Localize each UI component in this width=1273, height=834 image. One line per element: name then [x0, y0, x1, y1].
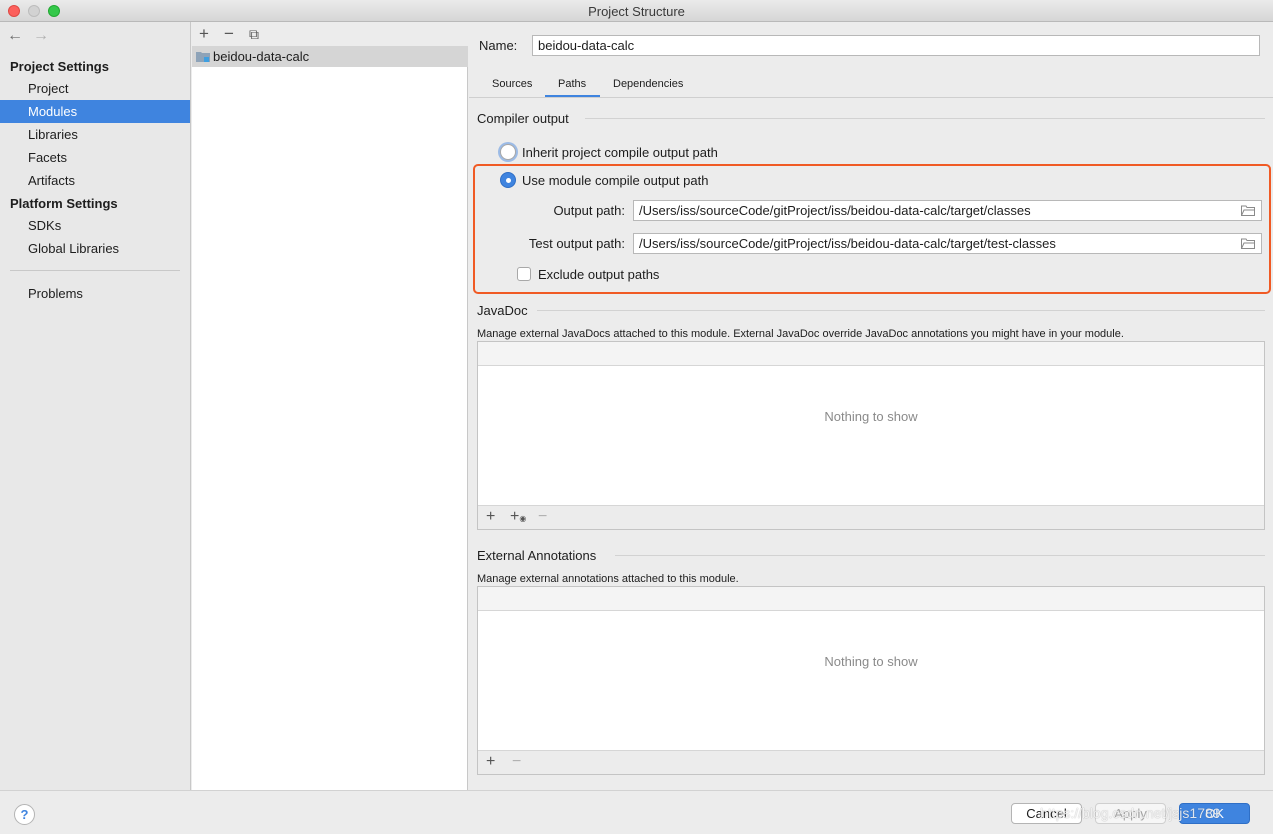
- compiler-output-title: Compiler output: [477, 111, 569, 126]
- exclude-output-paths-label: Exclude output paths: [538, 267, 660, 282]
- sidebar-item-artifacts[interactable]: Artifacts: [0, 169, 190, 192]
- tab-paths[interactable]: Paths: [558, 78, 586, 90]
- add-javadoc-url-icon[interactable]: +◉: [510, 508, 526, 528]
- module-folder-icon: [196, 52, 210, 62]
- ok-button[interactable]: OK: [1179, 803, 1250, 824]
- sidebar-item-global-libraries[interactable]: Global Libraries: [0, 237, 190, 260]
- module-list-panel: + − ⧉ beidou-data-calc: [192, 22, 468, 790]
- settings-sidebar: ← → Project Settings Project Modules Lib…: [0, 22, 191, 790]
- external-annotations-table-toolbar: + −: [478, 750, 1264, 774]
- module-detail-panel: Name: Sources Paths Dependencies Compile…: [469, 22, 1273, 790]
- sidebar-item-sdks[interactable]: SDKs: [0, 214, 190, 237]
- javadoc-table[interactable]: Nothing to show + +◉ −: [477, 341, 1265, 530]
- external-annotations-table-header: [478, 587, 1264, 611]
- add-javadoc-icon[interactable]: +: [486, 508, 495, 526]
- add-module-icon[interactable]: +: [199, 24, 209, 44]
- test-output-path-input[interactable]: [633, 233, 1262, 254]
- javadoc-table-header: [478, 342, 1264, 366]
- remove-annotation-icon[interactable]: −: [512, 753, 521, 771]
- copy-module-icon[interactable]: ⧉: [249, 24, 259, 44]
- tab-dependencies[interactable]: Dependencies: [613, 78, 683, 90]
- add-annotation-icon[interactable]: +: [486, 753, 495, 771]
- forward-arrow-icon[interactable]: →: [33, 27, 49, 45]
- sidebar-item-libraries[interactable]: Libraries: [0, 123, 190, 146]
- use-module-output-radio[interactable]: [500, 172, 516, 188]
- apply-button[interactable]: Apply: [1095, 803, 1166, 824]
- tab-sources[interactable]: Sources: [492, 78, 532, 90]
- exclude-output-paths-checkbox[interactable]: [517, 267, 531, 281]
- test-output-path-label: Test output path:: [528, 236, 625, 251]
- output-path-label: Output path:: [553, 203, 625, 218]
- external-annotations-divider: [615, 555, 1265, 556]
- sidebar-item-modules[interactable]: Modules: [0, 100, 190, 123]
- javadoc-table-toolbar: + +◉ −: [478, 505, 1264, 529]
- module-name-label: beidou-data-calc: [213, 49, 310, 64]
- name-label: Name:: [479, 38, 518, 53]
- use-module-output-label: Use module compile output path: [522, 173, 709, 188]
- remove-javadoc-icon[interactable]: −: [538, 508, 547, 526]
- cancel-button[interactable]: Cancel: [1011, 803, 1082, 824]
- remove-module-icon[interactable]: −: [224, 24, 234, 44]
- sidebar-item-project[interactable]: Project: [0, 77, 190, 100]
- sidebar-divider: [10, 270, 180, 271]
- tabs-divider: [469, 97, 1273, 98]
- module-name-input[interactable]: [532, 35, 1260, 56]
- output-path-input[interactable]: [633, 200, 1262, 221]
- browse-test-output-folder-icon[interactable]: [1241, 238, 1255, 249]
- module-toolbar: + − ⧉: [192, 22, 468, 46]
- section-platform-settings: Platform Settings: [10, 196, 118, 211]
- external-annotations-empty-text: Nothing to show: [824, 654, 918, 669]
- browse-output-folder-icon[interactable]: [1241, 205, 1255, 216]
- external-annotations-table[interactable]: Nothing to show + −: [477, 586, 1265, 775]
- javadoc-empty-text: Nothing to show: [824, 409, 918, 424]
- sidebar-item-facets[interactable]: Facets: [0, 146, 190, 169]
- external-annotations-title: External Annotations: [477, 548, 597, 563]
- compiler-output-divider: [585, 118, 1265, 119]
- section-project-settings: Project Settings: [10, 59, 109, 74]
- inherit-output-radio[interactable]: [500, 144, 516, 160]
- title-bar: Project Structure: [0, 0, 1273, 22]
- back-arrow-icon[interactable]: ←: [7, 27, 23, 45]
- javadoc-divider: [537, 310, 1265, 311]
- dialog-footer: ? Cancel Apply OK https://blog.csdn.net/…: [0, 790, 1273, 834]
- javadoc-description: Manage external JavaDocs attached to thi…: [477, 328, 1124, 340]
- help-button[interactable]: ?: [14, 804, 35, 825]
- sidebar-item-problems[interactable]: Problems: [0, 282, 190, 305]
- module-list-item[interactable]: beidou-data-calc: [192, 46, 468, 67]
- external-annotations-description: Manage external annotations attached to …: [477, 573, 739, 585]
- javadoc-title: JavaDoc: [477, 303, 528, 318]
- window-title: Project Structure: [588, 4, 685, 19]
- inherit-output-label: Inherit project compile output path: [522, 145, 718, 160]
